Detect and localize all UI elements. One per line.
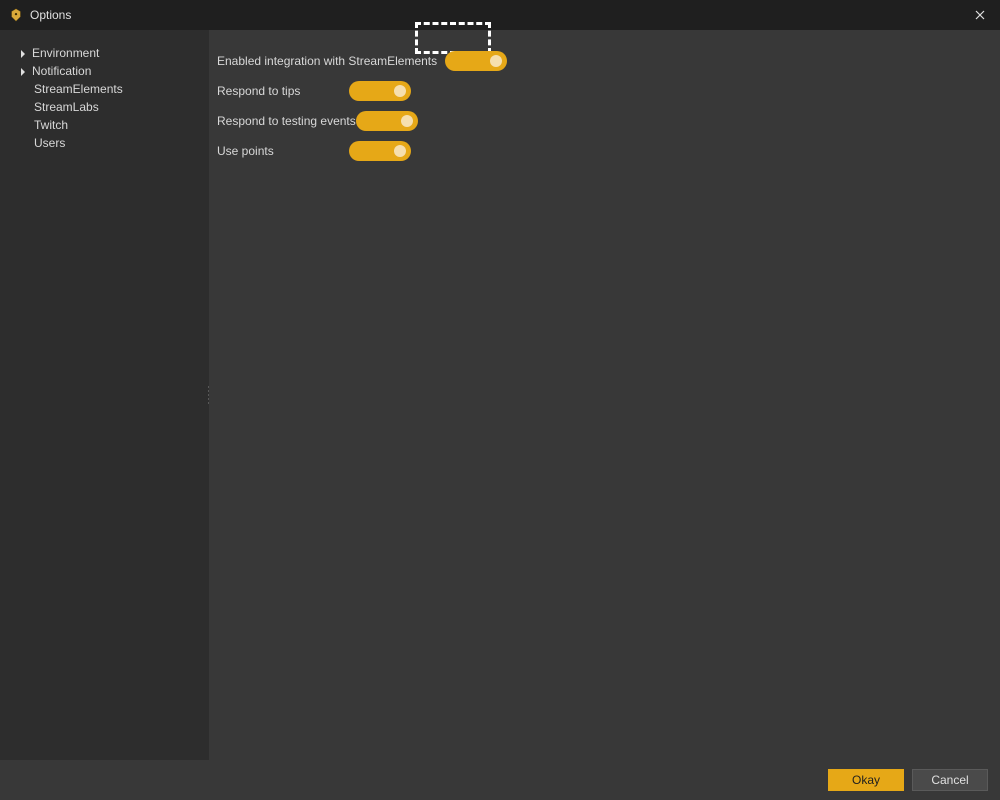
sidebar-item-environment[interactable]: Environment (0, 44, 209, 62)
titlebar: Options (0, 0, 1000, 30)
setting-label: Enabled integration with StreamElements (217, 54, 445, 68)
sidebar-item-notification[interactable]: Notification (0, 62, 209, 80)
toggle-knob (401, 115, 413, 127)
toggle-knob (490, 55, 502, 67)
caret-right-icon (20, 50, 26, 56)
sidebar-item-label: StreamElements (34, 82, 123, 96)
sidebar: Environment Notification StreamElements … (0, 30, 209, 760)
toggle-knob (394, 85, 406, 97)
sidebar-item-users[interactable]: Users (0, 134, 209, 152)
cancel-button[interactable]: Cancel (912, 769, 988, 791)
footer: Okay Cancel (0, 760, 1000, 800)
close-button[interactable] (968, 3, 992, 27)
button-label: Okay (852, 773, 880, 787)
sidebar-item-label: StreamLabs (34, 100, 99, 114)
setting-row-use-points: Use points (217, 136, 992, 166)
button-label: Cancel (931, 773, 968, 787)
okay-button[interactable]: Okay (828, 769, 904, 791)
toggle-respond-testing[interactable] (356, 111, 418, 131)
sidebar-item-label: Environment (32, 46, 99, 60)
sidebar-item-streamlabs[interactable]: StreamLabs (0, 98, 209, 116)
setting-label: Use points (217, 144, 349, 158)
setting-row-enabled-integration: Enabled integration with StreamElements (217, 46, 992, 76)
main-area: Environment Notification StreamElements … (0, 30, 1000, 760)
app-icon (8, 7, 24, 23)
toggle-knob (394, 145, 406, 157)
setting-row-respond-tips: Respond to tips (217, 76, 992, 106)
settings-panel: Enabled integration with StreamElements … (209, 30, 1000, 760)
sidebar-item-label: Notification (32, 64, 91, 78)
sidebar-item-twitch[interactable]: Twitch (0, 116, 209, 134)
setting-label: Respond to testing events (217, 114, 356, 128)
setting-row-respond-testing: Respond to testing events (217, 106, 992, 136)
sidebar-item-streamelements[interactable]: StreamElements (0, 80, 209, 98)
toggle-respond-tips[interactable] (349, 81, 411, 101)
toggle-use-points[interactable] (349, 141, 411, 161)
caret-right-icon (20, 68, 26, 74)
setting-label: Respond to tips (217, 84, 349, 98)
sidebar-item-label: Twitch (34, 118, 68, 132)
toggle-enabled-integration[interactable] (445, 51, 507, 71)
window-title: Options (30, 8, 71, 22)
sidebar-item-label: Users (34, 136, 65, 150)
